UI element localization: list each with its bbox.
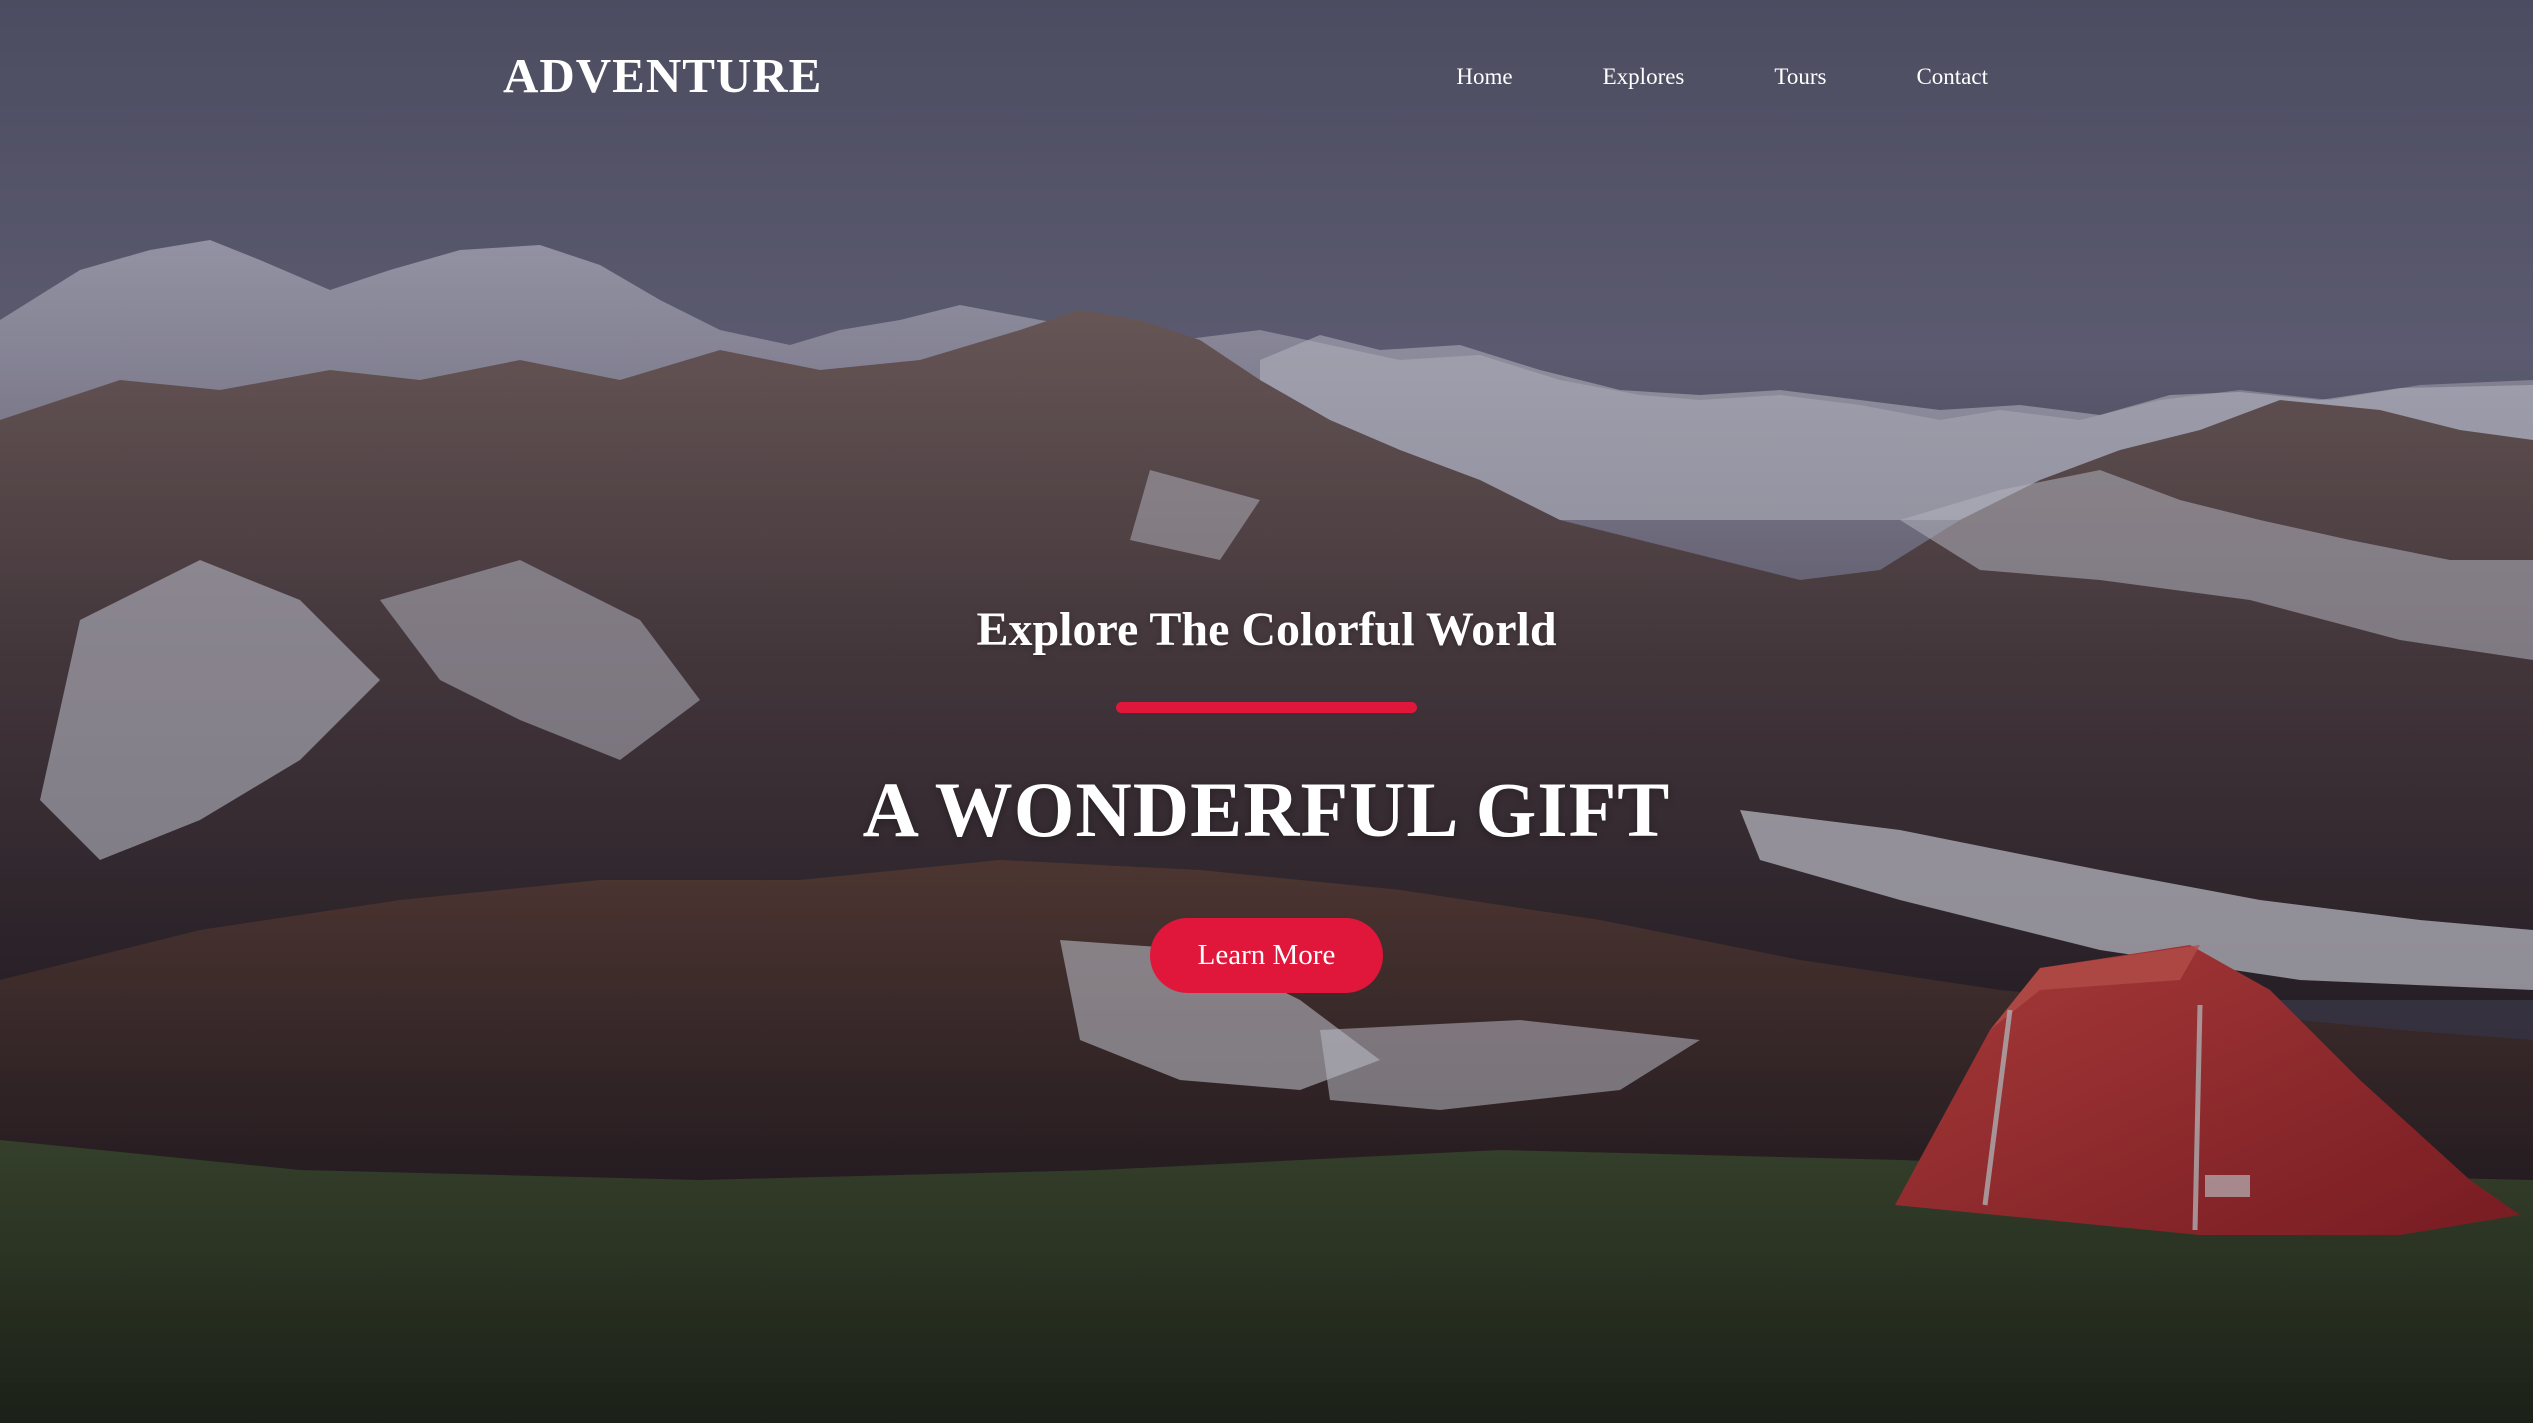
hero-headline: A WONDERFUL GIFT [862, 766, 1671, 853]
hero-subtitle: Explore The Colorful World [976, 603, 1557, 656]
nav-link-explores[interactable]: Explores [1603, 64, 1685, 89]
nav-menu: Home Explores Tours Contact [1456, 62, 1988, 92]
hero-section: ADVENTURE Home Explores Tours Contact Ex… [0, 0, 2533, 1423]
nav-link-contact[interactable]: Contact [1916, 64, 1988, 89]
learn-more-button[interactable]: Learn More [1150, 918, 1383, 993]
nav-item-contact: Contact [1916, 62, 1988, 92]
nav-link-tours[interactable]: Tours [1774, 64, 1826, 89]
hero-divider [1116, 702, 1417, 713]
nav-link-home[interactable]: Home [1456, 64, 1512, 89]
nav-item-explores: Explores [1603, 62, 1685, 92]
nav-item-tours: Tours [1774, 62, 1826, 92]
top-navigation: ADVENTURE Home Explores Tours Contact [0, 0, 2533, 150]
nav-item-home: Home [1456, 62, 1512, 92]
site-logo[interactable]: ADVENTURE [503, 46, 822, 106]
